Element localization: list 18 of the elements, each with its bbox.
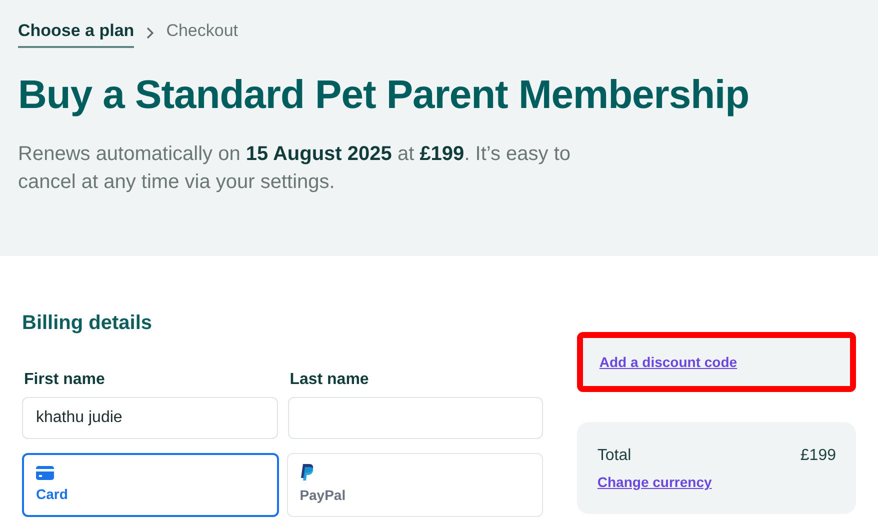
chevron-icon (146, 26, 154, 39)
payment-option[interactable]: Card (22, 453, 279, 517)
field-label: Last name (288, 370, 370, 390)
page-title: Buy a Standard Pet Parent Membership (18, 72, 750, 118)
field-label: First name (23, 370, 106, 390)
discount-link[interactable]: Add a discount code (599, 352, 738, 372)
currency-link[interactable]: Change currency (597, 472, 836, 493)
section-heading: Billing details (22, 311, 154, 336)
total-label: Total (597, 446, 632, 466)
breadcrumb-link[interactable]: Choose a plan (18, 18, 134, 48)
input-field[interactable]: khathu judie (22, 397, 278, 439)
card-icon (36, 466, 54, 480)
total-amount: £199 (800, 446, 836, 466)
breadcrumb-link[interactable]: Checkout (166, 18, 238, 48)
renewal-text: Renews automatically on 15 August 2025 at £199. It’s easy to cancel at any time via your settings. (18, 142, 572, 194)
input-field[interactable] (288, 397, 544, 439)
payment-option[interactable]: PayPal (286, 453, 544, 517)
paypal-icon (300, 464, 314, 481)
